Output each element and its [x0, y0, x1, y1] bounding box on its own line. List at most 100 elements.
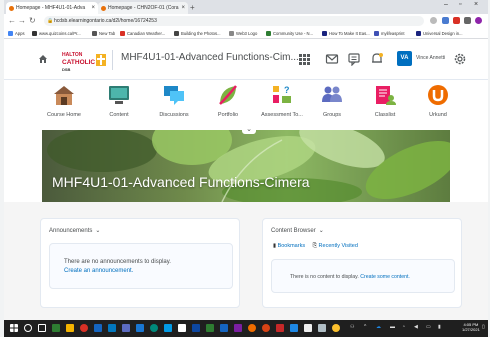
taskbar-app-icon[interactable] [332, 324, 340, 332]
extensions-puzzle-icon[interactable] [464, 17, 471, 24]
extension-icon[interactable] [442, 17, 449, 24]
recently-visited-link[interactable]: Recently Visited [319, 243, 358, 249]
people-icon[interactable]: ⚇ [350, 324, 354, 330]
bookmark-ribbon-icon: ▮ [273, 243, 277, 249]
close-tab-icon[interactable]: × [91, 2, 95, 14]
browser-tab-2[interactable]: Homepage - CHN2OF-01 (Cora × [98, 2, 188, 14]
new-tab-icon[interactable]: + [190, 3, 195, 12]
content-empty-row: There is no content to display. Create s… [290, 274, 410, 280]
nav-item-course-home[interactable]: Course Home [36, 84, 92, 118]
taskbar-app-icon[interactable] [318, 324, 326, 332]
taskbar-app-icon[interactable] [262, 324, 270, 332]
settings-gear-icon[interactable] [453, 52, 467, 66]
create-content-link[interactable]: Create some content. [360, 274, 410, 280]
teams-icon[interactable] [122, 324, 130, 332]
battery-icon[interactable]: ▮ [438, 324, 441, 330]
bookmark-label: Community Use - N... [273, 31, 314, 36]
course-selector-grid-icon[interactable] [297, 52, 311, 66]
close-tab-icon[interactable]: × [181, 2, 185, 14]
header-divider [112, 50, 113, 70]
bookmark-item[interactable]: www.quizcoins.ca/Pr... [32, 30, 81, 37]
taskbar-app-icon[interactable] [276, 324, 284, 332]
taskbar-app-icon[interactable] [136, 324, 144, 332]
bookmark-label: Universal Design in... [423, 31, 463, 36]
create-announcement-link[interactable]: Create an announcement. [64, 268, 133, 274]
profile-avatar-icon[interactable] [475, 17, 482, 24]
urkund-logo-icon [428, 85, 448, 105]
file-explorer-icon[interactable] [66, 324, 74, 332]
bookmark-item[interactable]: Canadian Weather... [120, 30, 165, 37]
message-alerts-icon[interactable] [325, 52, 339, 66]
taskbar-app-icon[interactable] [164, 324, 172, 332]
chevron-down-icon[interactable]: ⌄ [319, 228, 324, 234]
nav-item-classlist[interactable]: Classlist [357, 84, 413, 118]
bookmark-icon [32, 31, 37, 36]
nav-item-content[interactable]: Content [91, 84, 147, 118]
bookmark-item[interactable]: Community Use - N... [266, 30, 313, 37]
chevron-down-icon[interactable]: ⌄ [95, 228, 100, 234]
tray-chevron-up-icon[interactable]: ^ [364, 324, 366, 330]
taskbar-app-icon[interactable] [192, 324, 200, 332]
nav-item-discussions[interactable]: Discussions [146, 84, 202, 118]
keyboard-icon[interactable]: ▭ [426, 324, 431, 330]
taskbar-app-icon[interactable] [220, 324, 228, 332]
minimize-icon[interactable]: – [444, 1, 448, 8]
user-name[interactable]: Vince Annetti [416, 55, 445, 61]
tray-app-icon[interactable]: ▬ [390, 324, 395, 330]
nav-item-urkund[interactable]: Urkund [410, 84, 466, 118]
star-bookmark-icon[interactable] [430, 17, 437, 24]
taskbar-app-icon[interactable] [304, 324, 312, 332]
nav-item-assessment-tools[interactable]: ? Assessment To... [254, 84, 310, 118]
svg-text:?: ? [284, 85, 290, 95]
user-avatar[interactable]: VA [397, 51, 412, 66]
taskbar-app-icon[interactable] [52, 324, 60, 332]
notifications-icon[interactable]: ▯ [482, 324, 485, 330]
taskbar-clock[interactable]: 4:05 PM 1/27/2021 [462, 322, 480, 332]
task-view-icon[interactable] [38, 324, 46, 332]
course-title[interactable]: MHF4U1-01-Advanced Functions-Cim... [121, 52, 299, 63]
bookmarks-link[interactable]: Bookmarks [278, 243, 306, 249]
url-input[interactable]: 🔒 hcdsb.elearningontario.ca/d2l/home/167… [44, 16, 424, 26]
announcements-title[interactable]: Announcements ⌄ [49, 227, 100, 234]
nav-item-portfolio[interactable]: Portfolio [200, 84, 256, 118]
taskbar-app-icon[interactable] [290, 324, 298, 332]
bookmark-item[interactable]: New Tab [92, 30, 115, 37]
onenote-icon[interactable] [234, 324, 242, 332]
update-alerts-bell-icon[interactable] [370, 52, 384, 66]
chrome-icon[interactable] [80, 324, 88, 332]
bookmark-item[interactable]: mylifeasprint [374, 30, 405, 37]
school-board-logo[interactable]: HALTON CATHOLIC DSB [62, 50, 108, 72]
bookmark-label: New Tab [99, 31, 116, 36]
maximize-icon[interactable]: ▫ [459, 1, 461, 8]
close-window-icon[interactable]: × [474, 1, 478, 8]
reload-icon[interactable]: ↻ [29, 16, 36, 26]
outlook-icon[interactable] [108, 324, 116, 332]
bookmark-item[interactable]: Building the Photos... [174, 30, 221, 37]
bookmark-item[interactable]: Apps [8, 30, 25, 37]
home-icon[interactable] [38, 54, 48, 64]
wifi-icon[interactable]: ◔ [402, 324, 405, 330]
navbar-collapse-chevron-icon[interactable]: ⌄ [242, 126, 256, 134]
extension-icon[interactable] [453, 17, 460, 24]
search-icon[interactable] [24, 324, 32, 332]
announcements-widget: Announcements ⌄ There are no announcement… [40, 218, 240, 308]
excel-icon[interactable] [206, 324, 214, 332]
content-browser-title[interactable]: Content Browser ⌄ [271, 227, 324, 234]
back-icon[interactable]: ← [8, 16, 16, 26]
subscription-alerts-icon[interactable] [347, 52, 361, 66]
word-icon[interactable] [94, 324, 102, 332]
forward-icon[interactable]: → [18, 16, 26, 26]
taskbar-app-icon[interactable] [150, 324, 158, 332]
browser-tab-1[interactable]: Homepage - MHF4U1-01-Adva × [6, 2, 98, 14]
bookmark-item[interactable]: How To Make It Eas... [322, 30, 370, 37]
house-icon [54, 86, 74, 105]
nav-item-groups[interactable]: Groups [304, 84, 360, 118]
bookmark-item[interactable]: Universal Design in... [416, 30, 463, 37]
bookmark-icon [322, 31, 327, 36]
taskbar-app-icon[interactable] [178, 324, 186, 332]
onedrive-icon[interactable]: ☁ [376, 324, 381, 330]
taskbar-app-icon[interactable] [248, 324, 256, 332]
volume-icon[interactable]: ◀ [414, 324, 418, 330]
windows-start-icon[interactable] [10, 324, 18, 332]
bookmark-item[interactable]: Web3 Logo [229, 30, 257, 37]
